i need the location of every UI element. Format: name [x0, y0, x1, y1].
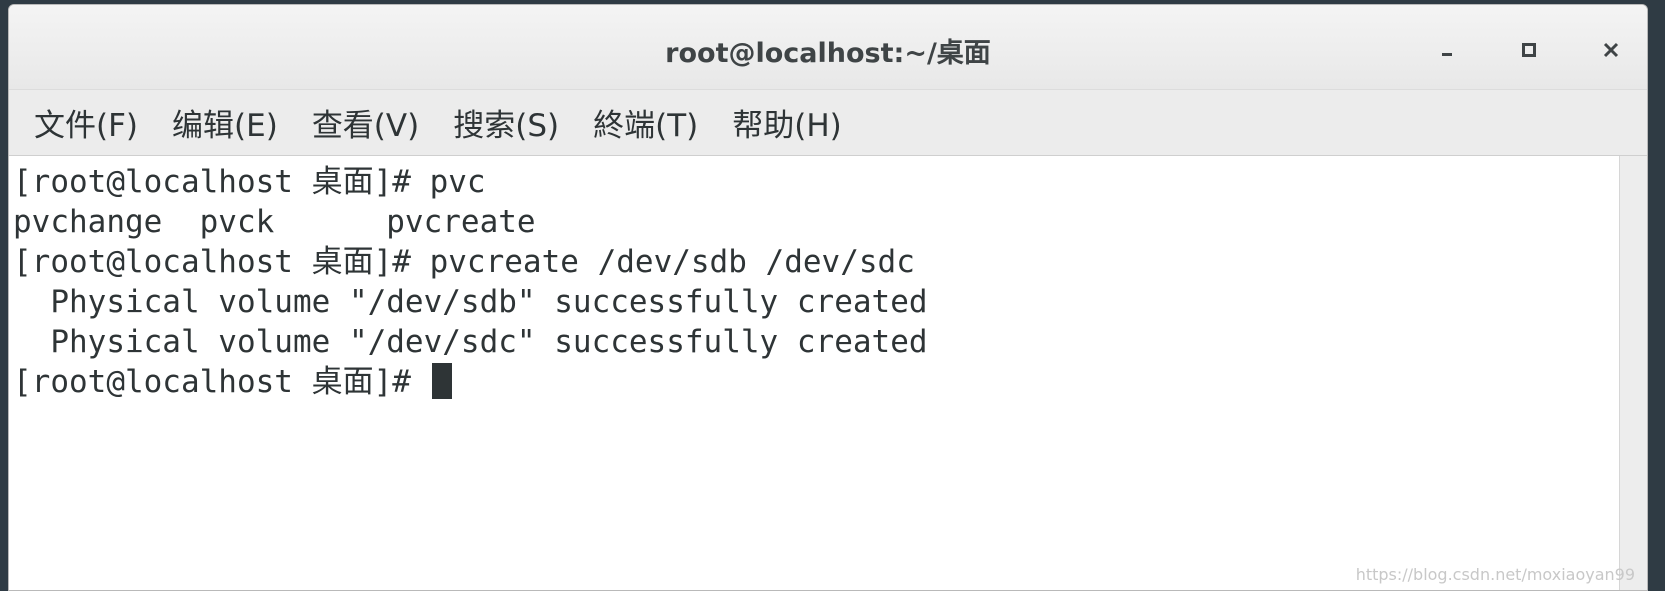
menu-edit[interactable]: 编辑(E) [162, 94, 288, 151]
terminal-line: Physical volume "/dev/sdb" successfully … [13, 284, 928, 320]
close-icon [1603, 42, 1619, 58]
maximize-icon [1522, 43, 1536, 57]
terminal-window: root@localhost:~/桌面 文件(F) 编辑(E) 查看(V) 搜索… [8, 4, 1648, 591]
menu-view[interactable]: 查看(V) [302, 94, 429, 151]
terminal-output[interactable]: [root@localhost 桌面]# pvc pvchange pvck p… [9, 156, 1619, 590]
window-title: root@localhost:~/桌面 [665, 38, 991, 69]
terminal-line: [root@localhost 桌面]# pvcreate /dev/sdb /… [13, 244, 915, 280]
menu-terminal[interactable]: 終端(T) [583, 94, 708, 151]
menu-search[interactable]: 搜索(S) [443, 94, 569, 151]
watermark-text: https://blog.csdn.net/moxiaoyan99 [1355, 565, 1635, 584]
minimize-button[interactable] [1430, 33, 1464, 67]
terminal-line: [root@localhost 桌面]# pvc [13, 164, 486, 200]
menu-help[interactable]: 帮助(H) [722, 94, 852, 151]
terminal-line: Physical volume "/dev/sdc" successfully … [13, 324, 928, 360]
menu-file[interactable]: 文件(F) [24, 94, 148, 151]
maximize-button[interactable] [1512, 33, 1546, 67]
terminal-prompt-line[interactable]: [root@localhost 桌面]# [13, 362, 1619, 402]
text-cursor [431, 363, 452, 399]
title-bar[interactable]: root@localhost:~/桌面 [9, 5, 1647, 90]
minimize-icon [1442, 53, 1452, 56]
menu-bar: 文件(F) 编辑(E) 查看(V) 搜索(S) 終端(T) 帮助(H) [9, 90, 1647, 156]
terminal-line: pvchange pvck pvcreate [13, 204, 536, 240]
close-button[interactable] [1594, 33, 1628, 67]
vertical-scrollbar[interactable] [1619, 156, 1647, 590]
terminal-prompt: [root@localhost 桌面]# [13, 364, 430, 400]
